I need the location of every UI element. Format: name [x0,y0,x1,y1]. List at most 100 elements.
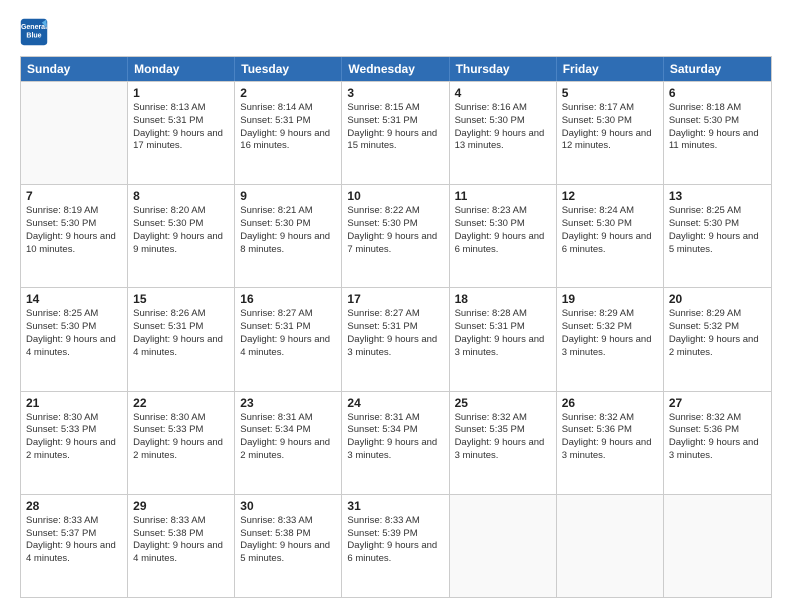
weekday-header-monday: Monday [128,57,235,81]
day-info: Sunrise: 8:31 AM Sunset: 5:34 PM Dayligh… [347,412,443,463]
day-cell-12: 12Sunrise: 8:24 AM Sunset: 5:30 PM Dayli… [557,185,664,287]
day-number: 6 [669,86,766,100]
day-cell-30: 30 Sunrise: 8:33 AM Sunset: 5:38 PM Dayli… [235,495,342,597]
day-info: Sunrise: 8:33 AM Sunset: 5:38 PM Dayligh… [240,515,336,566]
day-cell-29: 29 Sunrise: 8:33 AM Sunset: 5:38 PM Dayli… [128,495,235,597]
weekday-header-sunday: Sunday [21,57,128,81]
day-cell-19: 19 Sunrise: 8:29 AM Sunset: 5:32 PM Dayli… [557,288,664,390]
day-cell-20: 20 Sunrise: 8:29 AM Sunset: 5:32 PM Dayli… [664,288,771,390]
day-info: Sunrise: 8:15 AM Sunset: 5:31 PM Dayligh… [347,102,443,153]
day-info: Sunrise: 8:22 AM Sunset: 5:30 PM Dayligh… [347,205,443,256]
day-info: Sunrise: 8:32 AM Sunset: 5:35 PM Dayligh… [455,412,551,463]
day-cell-31: 31Sunrise: 8:33 AM Sunset: 5:39 PM Dayli… [342,495,449,597]
day-number: 20 [669,292,766,306]
calendar-row-5: 28 Sunrise: 8:33 AM Sunset: 5:37 PM Dayli… [21,494,771,597]
weekday-header-wednesday: Wednesday [342,57,449,81]
day-number: 24 [347,396,443,410]
day-number: 15 [133,292,229,306]
day-number: 1 [133,86,229,100]
day-cell-3: 3 Sunrise: 8:15 AM Sunset: 5:31 PM Daylig… [342,82,449,184]
day-cell-1: 1 Sunrise: 8:13 AM Sunset: 5:31 PM Daylig… [128,82,235,184]
page: General Blue SundayMondayTuesdayWednesda… [0,0,792,612]
day-info: Sunrise: 8:30 AM Sunset: 5:33 PM Dayligh… [26,412,122,463]
day-number: 5 [562,86,658,100]
day-info: Sunrise: 8:19 AM Sunset: 5:30 PM Dayligh… [26,205,122,256]
day-cell-18: 18 Sunrise: 8:28 AM Sunset: 5:31 PM Dayli… [450,288,557,390]
day-number: 17 [347,292,443,306]
empty-cell-4-6 [664,495,771,597]
day-number: 10 [347,189,443,203]
day-info: Sunrise: 8:13 AM Sunset: 5:31 PM Dayligh… [133,102,229,153]
day-number: 30 [240,499,336,513]
day-cell-15: 15 Sunrise: 8:26 AM Sunset: 5:31 PM Dayli… [128,288,235,390]
day-cell-25: 25 Sunrise: 8:32 AM Sunset: 5:35 PM Dayli… [450,392,557,494]
day-info: Sunrise: 8:23 AM Sunset: 5:30 PM Dayligh… [455,205,551,256]
header: General Blue [20,18,772,46]
day-cell-16: 16 Sunrise: 8:27 AM Sunset: 5:31 PM Dayli… [235,288,342,390]
day-number: 23 [240,396,336,410]
calendar: SundayMondayTuesdayWednesdayThursdayFrid… [20,56,772,598]
day-number: 19 [562,292,658,306]
day-cell-10: 10 Sunrise: 8:22 AM Sunset: 5:30 PM Dayli… [342,185,449,287]
calendar-row-3: 14Sunrise: 8:25 AM Sunset: 5:30 PM Dayli… [21,287,771,390]
day-cell-4: 4Sunrise: 8:16 AM Sunset: 5:30 PM Daylig… [450,82,557,184]
day-cell-28: 28 Sunrise: 8:33 AM Sunset: 5:37 PM Dayli… [21,495,128,597]
day-number: 13 [669,189,766,203]
logo: General Blue [20,18,48,46]
svg-text:General: General [21,24,47,31]
day-info: Sunrise: 8:14 AM Sunset: 5:31 PM Dayligh… [240,102,336,153]
empty-cell-0-0 [21,82,128,184]
day-info: Sunrise: 8:33 AM Sunset: 5:37 PM Dayligh… [26,515,122,566]
day-number: 25 [455,396,551,410]
day-number: 4 [455,86,551,100]
calendar-row-4: 21 Sunrise: 8:30 AM Sunset: 5:33 PM Dayli… [21,391,771,494]
day-info: Sunrise: 8:27 AM Sunset: 5:31 PM Dayligh… [347,308,443,359]
day-cell-11: 11Sunrise: 8:23 AM Sunset: 5:30 PM Dayli… [450,185,557,287]
day-cell-14: 14Sunrise: 8:25 AM Sunset: 5:30 PM Dayli… [21,288,128,390]
day-cell-22: 22 Sunrise: 8:30 AM Sunset: 5:33 PM Dayli… [128,392,235,494]
day-number: 7 [26,189,122,203]
day-cell-6: 6 Sunrise: 8:18 AM Sunset: 5:30 PM Daylig… [664,82,771,184]
day-number: 29 [133,499,229,513]
empty-cell-4-4 [450,495,557,597]
day-cell-9: 9 Sunrise: 8:21 AM Sunset: 5:30 PM Daylig… [235,185,342,287]
day-cell-5: 5Sunrise: 8:17 AM Sunset: 5:30 PM Daylig… [557,82,664,184]
day-number: 18 [455,292,551,306]
weekday-header-tuesday: Tuesday [235,57,342,81]
weekday-header-friday: Friday [557,57,664,81]
day-cell-24: 24 Sunrise: 8:31 AM Sunset: 5:34 PM Dayli… [342,392,449,494]
day-number: 22 [133,396,229,410]
day-info: Sunrise: 8:30 AM Sunset: 5:33 PM Dayligh… [133,412,229,463]
day-info: Sunrise: 8:20 AM Sunset: 5:30 PM Dayligh… [133,205,229,256]
day-info: Sunrise: 8:18 AM Sunset: 5:30 PM Dayligh… [669,102,766,153]
day-number: 9 [240,189,336,203]
calendar-row-1: 1 Sunrise: 8:13 AM Sunset: 5:31 PM Daylig… [21,81,771,184]
day-number: 16 [240,292,336,306]
day-cell-8: 8 Sunrise: 8:20 AM Sunset: 5:30 PM Daylig… [128,185,235,287]
day-info: Sunrise: 8:26 AM Sunset: 5:31 PM Dayligh… [133,308,229,359]
day-cell-23: 23 Sunrise: 8:31 AM Sunset: 5:34 PM Dayli… [235,392,342,494]
day-number: 8 [133,189,229,203]
empty-cell-4-5 [557,495,664,597]
day-number: 28 [26,499,122,513]
day-number: 3 [347,86,443,100]
day-number: 27 [669,396,766,410]
day-number: 2 [240,86,336,100]
day-info: Sunrise: 8:31 AM Sunset: 5:34 PM Dayligh… [240,412,336,463]
day-cell-21: 21 Sunrise: 8:30 AM Sunset: 5:33 PM Dayli… [21,392,128,494]
day-cell-26: 26Sunrise: 8:32 AM Sunset: 5:36 PM Dayli… [557,392,664,494]
day-info: Sunrise: 8:33 AM Sunset: 5:39 PM Dayligh… [347,515,443,566]
day-info: Sunrise: 8:29 AM Sunset: 5:32 PM Dayligh… [669,308,766,359]
day-info: Sunrise: 8:28 AM Sunset: 5:31 PM Dayligh… [455,308,551,359]
day-info: Sunrise: 8:21 AM Sunset: 5:30 PM Dayligh… [240,205,336,256]
day-number: 21 [26,396,122,410]
calendar-row-2: 7 Sunrise: 8:19 AM Sunset: 5:30 PM Daylig… [21,184,771,287]
day-info: Sunrise: 8:29 AM Sunset: 5:32 PM Dayligh… [562,308,658,359]
day-cell-27: 27 Sunrise: 8:32 AM Sunset: 5:36 PM Dayli… [664,392,771,494]
day-info: Sunrise: 8:33 AM Sunset: 5:38 PM Dayligh… [133,515,229,566]
day-cell-13: 13Sunrise: 8:25 AM Sunset: 5:30 PM Dayli… [664,185,771,287]
logo-icon: General Blue [20,18,48,46]
day-cell-17: 17 Sunrise: 8:27 AM Sunset: 5:31 PM Dayli… [342,288,449,390]
day-info: Sunrise: 8:32 AM Sunset: 5:36 PM Dayligh… [669,412,766,463]
day-info: Sunrise: 8:27 AM Sunset: 5:31 PM Dayligh… [240,308,336,359]
